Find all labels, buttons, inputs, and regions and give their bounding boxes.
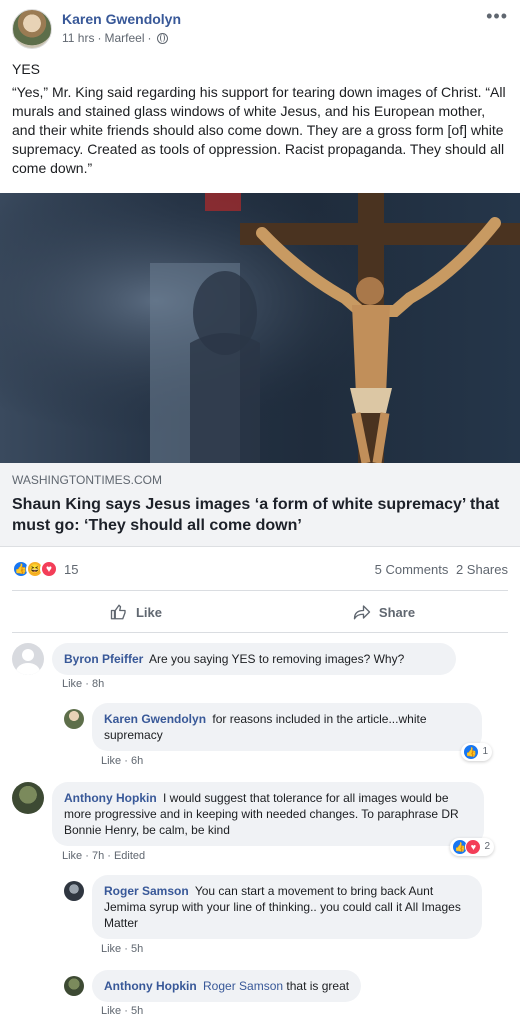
comment-share-counts: 5 Comments 2 Shares — [371, 562, 508, 577]
comment-bubble: Anthony Hopkin I would suggest that tole… — [52, 782, 494, 856]
like-reaction-icon: 👍 — [463, 744, 480, 760]
post-text-line: YES — [12, 61, 41, 77]
comment-text: that is great — [286, 979, 350, 993]
post-stats: 👍 😆 ♥ 15 5 Comments 2 Shares — [0, 552, 520, 586]
share-label: Share — [378, 604, 416, 620]
author-avatar[interactable] — [12, 9, 52, 49]
avatar[interactable] — [64, 976, 84, 996]
avatar[interactable] — [12, 782, 44, 814]
comment-reaction-count: 1 — [482, 746, 488, 757]
comment-meta[interactable]: Like · 6h — [101, 755, 143, 767]
post-author[interactable]: Karen Gwendolyn — [62, 11, 181, 27]
comment-bubble: Anthony Hopkin Roger Samson that is grea… — [92, 970, 362, 1002]
comment-meta[interactable]: Like · 5h — [101, 1005, 143, 1017]
link-headline[interactable]: Shaun King says Jesus images ‘a form of … — [12, 494, 508, 536]
comment-bubble: Roger Samson You can start a movement to… — [92, 875, 482, 939]
link-domain: WASHINGTONTIMES.COM — [12, 473, 162, 487]
post-meta: 11 hrs · Marfeel · — [62, 31, 169, 45]
thumbs-up-icon — [110, 604, 126, 620]
comment-meta[interactable]: Like · 5h — [101, 943, 143, 955]
shares-count[interactable]: 2 Shares — [456, 562, 508, 577]
comment-reply: Anthony Hopkin Roger Samson that is grea… — [64, 970, 362, 1002]
meta-separator: · — [147, 31, 152, 45]
comment-bubble: Byron Pfeiffer Are you saying YES to rem… — [52, 643, 456, 675]
like-button[interactable]: Like — [12, 592, 260, 632]
comment-reaction-count: 2 — [484, 841, 490, 852]
comment-author[interactable]: Byron Pfeiffer — [64, 652, 143, 666]
comment-item: Anthony Hopkin I would suggest that tole… — [12, 782, 494, 856]
link-preview-image[interactable] — [0, 193, 520, 463]
post-location: Marfeel — [104, 31, 145, 45]
comments-count[interactable]: 5 Comments — [375, 562, 449, 577]
divider — [12, 632, 508, 633]
comment-author[interactable]: Karen Gwendolyn — [104, 712, 206, 726]
comment-reactions[interactable]: 👍 1 — [461, 743, 492, 761]
comment-author[interactable]: Anthony Hopkin — [104, 979, 197, 993]
comment-meta[interactable]: Like · 7h · Edited — [62, 850, 145, 862]
globe-icon — [157, 32, 169, 44]
post-text-line: “Yes,” Mr. King said regarding his suppo… — [12, 84, 506, 176]
comment-bubble: Karen Gwendolyn for reasons included in … — [92, 703, 492, 761]
reaction-summary[interactable]: 👍 😆 ♥ 15 — [12, 560, 78, 578]
more-options-icon[interactable]: ••• — [486, 6, 508, 27]
comment-reactions[interactable]: 👍 ♥ 2 — [450, 838, 494, 856]
comment-reply: Roger Samson You can start a movement to… — [64, 875, 482, 939]
love-reaction-icon: ♥ — [465, 839, 482, 855]
share-button[interactable]: Share — [260, 592, 508, 632]
like-label: Like — [135, 604, 162, 620]
comment-text: Are you saying YES to removing images? W… — [149, 652, 405, 666]
meta-separator: · — [97, 31, 102, 45]
avatar[interactable] — [64, 709, 84, 729]
share-arrow-icon — [353, 605, 371, 620]
avatar[interactable] — [12, 643, 44, 675]
post-text: YES “Yes,” Mr. King said regarding his s… — [12, 60, 508, 182]
comment-author[interactable]: Anthony Hopkin — [64, 791, 157, 805]
post-actions: Like Share — [12, 592, 508, 632]
comment-item: Byron Pfeiffer Are you saying YES to rem… — [12, 643, 456, 675]
comment-meta[interactable]: Like · 8h — [62, 678, 104, 690]
crucifix-photo-icon — [0, 193, 520, 463]
avatar[interactable] — [64, 881, 84, 901]
divider — [12, 590, 508, 591]
post-header: Karen Gwendolyn 11 hrs · Marfeel · ••• — [0, 0, 520, 56]
post-time[interactable]: 11 hrs — [62, 31, 94, 45]
comment-author[interactable]: Roger Samson — [104, 884, 189, 898]
comment-mention[interactable]: Roger Samson — [203, 979, 283, 993]
link-preview-caption[interactable]: WASHINGTONTIMES.COM Shaun King says Jesu… — [0, 463, 520, 547]
love-reaction-icon: ♥ — [40, 560, 58, 578]
comment-reply: Karen Gwendolyn for reasons included in … — [64, 703, 492, 761]
reaction-count: 15 — [64, 561, 79, 577]
